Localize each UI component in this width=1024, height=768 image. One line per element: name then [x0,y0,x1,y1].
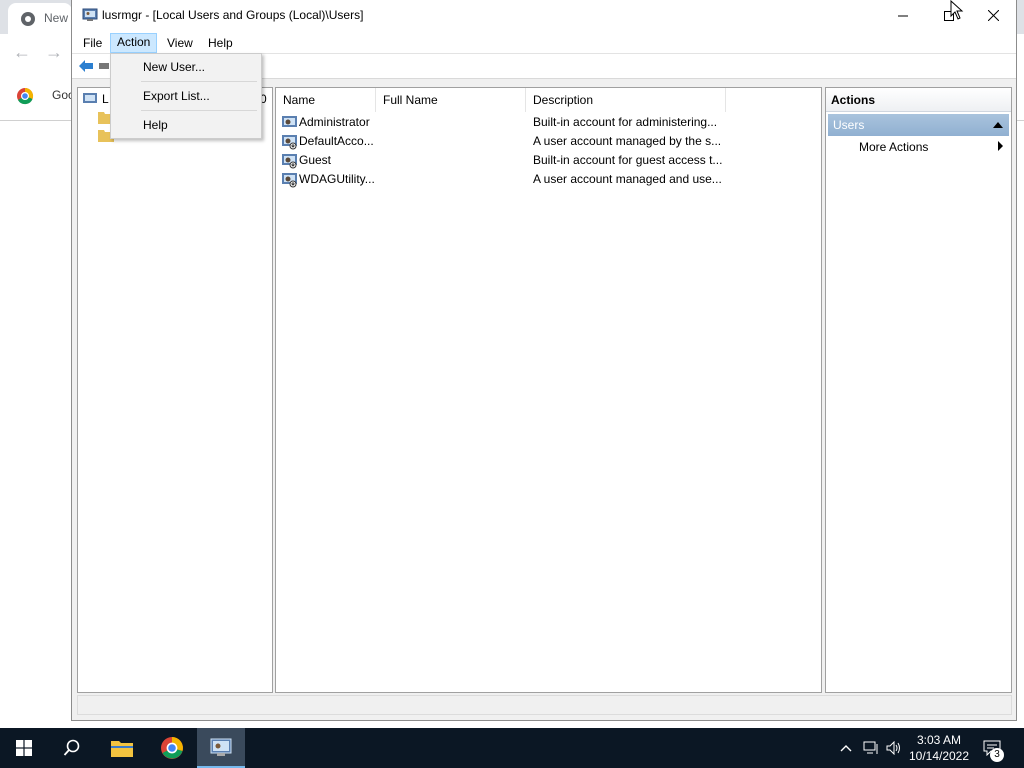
user-name: Guest [299,153,332,167]
show-hide-tree-icon[interactable] [99,62,109,70]
clock-date: 10/14/2022 [908,749,970,763]
menu-item-new-user[interactable]: New User... [143,60,205,74]
more-actions-item[interactable]: More Actions [859,140,928,154]
computer-icon [83,93,97,103]
chrome-icon [21,12,35,26]
users-computer-icon [210,738,232,756]
users-list-pane: Name Full Name Description Administrator… [275,87,822,693]
user-disabled-icon [282,135,297,150]
table-row[interactable]: WDAGUtility... A user account managed an… [276,170,821,189]
collapse-up-icon[interactable] [993,122,1003,128]
submenu-arrow-icon [998,141,1003,151]
user-name: WDAGUtility... [299,172,375,186]
menu-separator [141,110,257,111]
chrome-icon [161,737,183,759]
clock-time: 3:03 AM [916,733,962,747]
user-disabled-icon [282,154,297,169]
google-icon [17,87,34,105]
file-explorer-button[interactable] [98,728,146,768]
tree-root[interactable]: L [82,90,109,108]
close-button[interactable] [970,0,1016,31]
network-icon[interactable] [861,738,881,758]
search-button[interactable] [48,728,96,768]
user-name: DefaultAcco... [299,134,374,148]
menu-separator [141,81,257,82]
user-name: Administrator [299,115,370,129]
table-row[interactable]: DefaultAcco... A user account managed by… [276,132,821,151]
column-header-description[interactable]: Description [526,88,726,112]
user-icon [282,116,297,127]
table-row[interactable]: Administrator Built-in account for admin… [276,113,821,132]
search-icon [63,739,80,756]
minimize-button[interactable] [880,0,926,31]
menu-view[interactable]: View [161,34,199,52]
user-description: Built-in account for guest access t... [533,153,723,167]
back-arrow-icon[interactable]: ← [12,42,32,62]
menu-help[interactable]: Help [202,34,239,52]
menu-item-help[interactable]: Help [143,118,168,132]
windows-logo-icon [16,740,32,756]
actions-section-label: Users [833,118,865,132]
column-header-full-name[interactable]: Full Name [376,88,526,112]
console-tree-pane: L 0 [77,87,273,693]
show-hidden-icons-chevron-icon[interactable] [836,738,856,758]
menu-item-export-list[interactable]: Export List... [143,89,210,103]
back-icon[interactable] [78,58,94,74]
menu-file[interactable]: File [77,34,108,52]
title-bar: lusrmgr - [Local Users and Groups (Local… [72,0,1016,31]
volume-icon[interactable] [884,738,904,758]
table-row[interactable]: Guest Built-in account for guest access … [276,151,821,170]
chrome-taskbar-button[interactable] [148,728,196,768]
notification-count-badge: 3 [990,748,1004,762]
chrome-tab-label: New [44,11,69,25]
start-button[interactable] [0,728,48,768]
menu-action[interactable]: Action [110,33,158,53]
actions-section-users[interactable]: Users [828,114,1009,136]
menu-bar: File Action View Help [72,31,1016,54]
maximize-button[interactable] [926,0,972,31]
window-title: lusrmgr - [Local Users and Groups (Local… [102,8,364,22]
action-dropdown-menu: New User... Export List... Help [110,53,262,139]
user-description: A user account managed and use... [533,172,722,186]
close-icon [987,10,999,21]
lusrmgr-taskbar-button[interactable] [197,728,245,768]
status-bar [77,695,1012,715]
mouse-cursor-icon [950,0,964,20]
actions-pane: Actions Users More Actions [825,87,1012,693]
user-disabled-icon [282,173,297,188]
column-header-name[interactable]: Name [276,88,376,112]
user-description: Built-in account for administering... [533,115,718,129]
user-description: A user account managed by the s... [533,134,722,148]
users-computer-icon [82,8,98,21]
file-explorer-icon [111,741,133,757]
tree-root-label: L [102,92,109,106]
minimize-icon [898,15,908,16]
chrome-tab[interactable]: New [8,3,72,34]
forward-arrow-icon[interactable]: → [44,42,64,62]
system-clock[interactable]: 3:03 AM 10/14/2022 [904,732,974,764]
actions-header: Actions [826,88,1011,112]
